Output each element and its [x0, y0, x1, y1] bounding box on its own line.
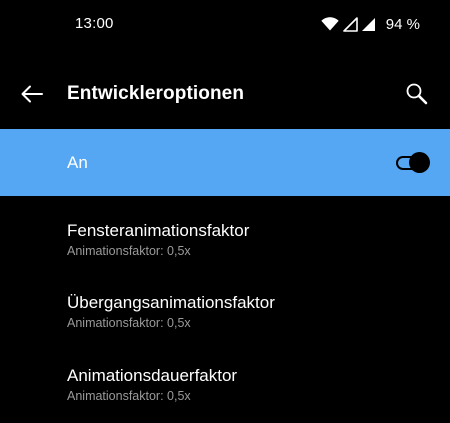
setting-title: Animationsdauerfaktor: [67, 366, 238, 385]
status-time: 13:00: [75, 15, 114, 32]
setting-title: Fensteranimationsfaktor: [67, 221, 250, 240]
cell-signal-icon: [342, 16, 358, 32]
setting-title: Übergangsanimationsfaktor: [67, 293, 275, 312]
back-button[interactable]: [16, 78, 48, 110]
setting-window-animation-scale[interactable]: Fensteranimationsfaktor Animationsfaktor…: [0, 221, 450, 287]
setting-summary: Animationsfaktor: 0,5x: [67, 244, 191, 258]
setting-transition-animation-scale[interactable]: Übergangsanimationsfaktor Animationsfakt…: [0, 293, 450, 359]
search-icon: [406, 83, 428, 105]
search-button[interactable]: [400, 77, 434, 111]
status-bar: 13:00 94 %: [0, 0, 450, 50]
battery-percentage: 94 %: [385, 15, 420, 33]
master-switch-label: An: [67, 153, 88, 172]
master-toggle-switch[interactable]: [396, 152, 430, 174]
page-title: Entwickleroptionen: [67, 83, 245, 104]
toggle-thumb: [409, 152, 430, 173]
master-switch-row[interactable]: An: [0, 129, 450, 196]
setting-summary: Animationsfaktor: 0,5x: [67, 389, 191, 403]
setting-animator-duration-scale[interactable]: Animationsdauerfaktor Animationsfaktor: …: [0, 366, 450, 423]
status-icons: 94 %: [321, 14, 420, 34]
wifi-icon: [321, 17, 339, 31]
back-arrow-icon: [21, 85, 43, 103]
setting-summary: Animationsfaktor: 0,5x: [67, 316, 191, 330]
app-toolbar: Entwickleroptionen: [0, 64, 450, 124]
cell-signal-icon: [361, 17, 375, 31]
